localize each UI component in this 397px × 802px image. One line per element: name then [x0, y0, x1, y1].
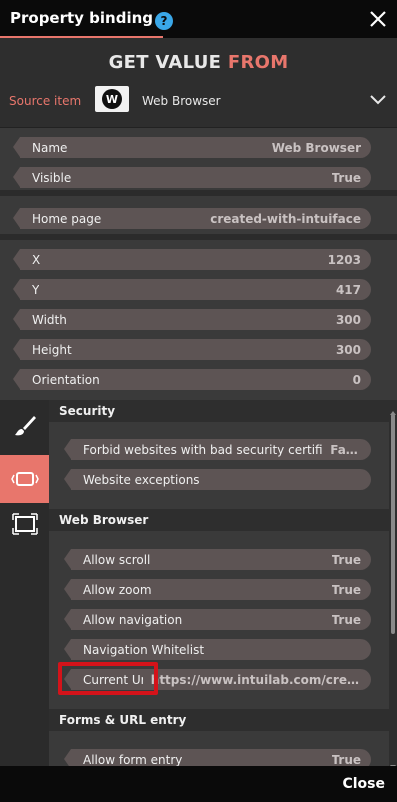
- property-value: True: [331, 752, 361, 767]
- property-forbid-bad-certificates[interactable]: Forbid websites with bad security certif…: [64, 439, 371, 460]
- property-label: Navigation Whitelist: [83, 642, 205, 657]
- property-name[interactable]: Name Web Browser: [13, 137, 371, 158]
- source-header: GET VALUE FROM Source item W Web Browser: [0, 38, 397, 128]
- section-web-browser-title: Web Browser: [49, 509, 389, 531]
- group-separator: [0, 234, 397, 240]
- property-value: True: [331, 170, 361, 185]
- property-label: Width: [32, 312, 67, 327]
- property-label: Height: [32, 342, 72, 357]
- title-bar: Property binding ?: [0, 0, 397, 38]
- property-label: Allow form entry: [83, 752, 183, 767]
- properties-content: Security Forbid websites with bad securi…: [49, 400, 389, 770]
- side-tab-bar: [0, 400, 49, 766]
- footer-bar: Close: [0, 766, 397, 802]
- property-label: Forbid websites with bad security certif…: [83, 442, 323, 457]
- property-value: Web Browser: [271, 140, 361, 155]
- property-visible[interactable]: Visible True: [13, 167, 371, 188]
- property-value: False: [330, 442, 361, 457]
- property-y[interactable]: Y 417: [13, 279, 371, 300]
- chevron-down-icon[interactable]: [369, 92, 387, 106]
- property-label: Website exceptions: [83, 472, 200, 487]
- group-separator: [0, 190, 397, 196]
- brush-icon[interactable]: [0, 402, 49, 450]
- property-value: 0: [352, 372, 361, 387]
- property-allow-scroll[interactable]: Allow scroll True: [64, 549, 371, 570]
- property-width[interactable]: Width 300: [13, 309, 371, 330]
- question-icon[interactable]: ?: [155, 12, 173, 30]
- property-label: Allow navigation: [83, 612, 183, 627]
- property-value: True: [331, 612, 361, 627]
- heading-get-value: GET VALUE: [108, 52, 222, 73]
- property-x[interactable]: X 1203: [13, 249, 371, 270]
- property-home-page[interactable]: Home page created-with-intuiface: [13, 208, 371, 229]
- property-value: True: [331, 552, 361, 567]
- property-label: Home page: [32, 211, 102, 226]
- property-value: https://www.intuilab.com/create...: [150, 672, 361, 687]
- scroll-up-arrow-icon[interactable]: [389, 402, 397, 415]
- source-logo-glyph: W: [102, 89, 122, 109]
- scroll-down-arrow-icon[interactable]: [389, 756, 397, 769]
- property-height[interactable]: Height 300: [13, 339, 371, 360]
- property-value: created-with-intuiface: [210, 211, 361, 226]
- property-allow-navigation[interactable]: Allow navigation True: [64, 609, 371, 630]
- source-item-name[interactable]: Web Browser: [142, 94, 221, 108]
- property-label: Allow scroll: [83, 552, 151, 567]
- source-item-label: Source item: [9, 94, 82, 108]
- property-value: True: [331, 582, 361, 597]
- close-icon[interactable]: [367, 8, 389, 30]
- property-value: 300: [335, 342, 361, 357]
- property-value: 417: [335, 282, 361, 297]
- property-label: Orientation: [32, 372, 100, 387]
- browser-icon[interactable]: [0, 455, 49, 503]
- frame-icon[interactable]: [0, 500, 49, 548]
- property-label: Allow zoom: [83, 582, 152, 597]
- property-value: 1203: [327, 252, 361, 267]
- section-security-title: Security: [49, 400, 389, 422]
- property-value: 300: [335, 312, 361, 327]
- current-url-highlight: [58, 662, 158, 695]
- panel-heading: GET VALUE FROM: [0, 52, 397, 73]
- properties-panel: Name Web Browser Visible True Home page …: [0, 128, 397, 400]
- vertical-scrollbar[interactable]: [389, 400, 397, 769]
- heading-from: FROM: [227, 52, 289, 73]
- property-orientation[interactable]: Orientation 0: [13, 369, 371, 390]
- property-label: Visible: [32, 170, 72, 185]
- window-title: Property binding: [0, 0, 164, 38]
- web-browser-logo-icon: W: [95, 86, 129, 112]
- property-label: Name: [32, 140, 68, 155]
- close-button[interactable]: Close: [342, 766, 385, 802]
- property-label: X: [32, 252, 41, 267]
- section-forms-title: Forms & URL entry: [49, 709, 389, 731]
- property-website-exceptions[interactable]: Website exceptions: [64, 469, 371, 490]
- property-allow-zoom[interactable]: Allow zoom True: [64, 579, 371, 600]
- property-label: Y: [32, 282, 40, 297]
- scrollbar-thumb[interactable]: [391, 414, 395, 634]
- property-navigation-whitelist[interactable]: Navigation Whitelist: [64, 639, 371, 660]
